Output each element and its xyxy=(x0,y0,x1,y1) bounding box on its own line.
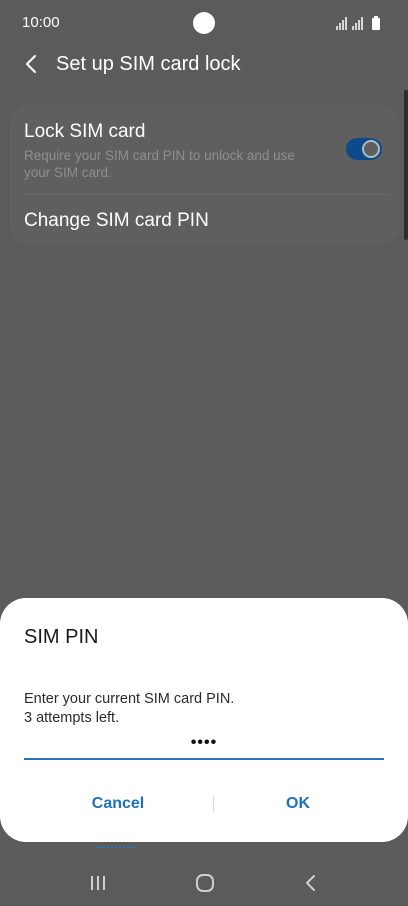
home-icon[interactable] xyxy=(194,872,216,894)
scroll-indicator xyxy=(404,90,408,240)
recent-apps-icon[interactable] xyxy=(88,873,108,893)
lock-sim-card-row[interactable]: Lock SIM card Require your SIM card PIN … xyxy=(10,104,400,194)
change-sim-card-pin-label: Change SIM card PIN xyxy=(24,210,209,231)
lock-sim-card-description: Require your SIM card PIN to unlock and … xyxy=(24,148,295,180)
lock-sim-card-title: Lock SIM card xyxy=(24,121,146,142)
dialog-message-line-2: 3 attempts left. xyxy=(24,710,120,726)
nav-back-icon[interactable] xyxy=(300,872,322,894)
cancel-button[interactable]: Cancel xyxy=(28,784,208,824)
page-title: Set up SIM card lock xyxy=(56,53,241,75)
dialog-message-line-1: Enter your current SIM card PIN. xyxy=(24,691,235,707)
battery-icon xyxy=(372,16,380,30)
settings-card: Lock SIM card Require your SIM card PIN … xyxy=(10,104,400,246)
lock-sim-card-toggle[interactable] xyxy=(346,138,382,160)
dialog-message: Enter your current SIM card PIN. 3 attem… xyxy=(24,690,234,728)
status-bar: 10:00 xyxy=(0,0,408,44)
change-sim-card-pin-row[interactable]: Change SIM card PIN xyxy=(10,195,400,246)
back-arrow-icon[interactable] xyxy=(20,52,44,76)
toggle-knob xyxy=(362,140,380,158)
camera-cutout xyxy=(193,12,215,34)
status-time: 10:00 xyxy=(22,14,60,31)
dialog-title: SIM PIN xyxy=(24,626,99,648)
pin-input[interactable] xyxy=(24,728,384,760)
app-header: Set up SIM card lock xyxy=(0,44,408,84)
ok-button[interactable]: OK xyxy=(208,784,388,824)
keyboard-hint-dots xyxy=(96,846,136,848)
navigation-bar xyxy=(0,860,408,906)
signal-icon xyxy=(336,16,380,30)
sim-pin-dialog: SIM PIN Enter your current SIM card PIN.… xyxy=(0,598,408,842)
